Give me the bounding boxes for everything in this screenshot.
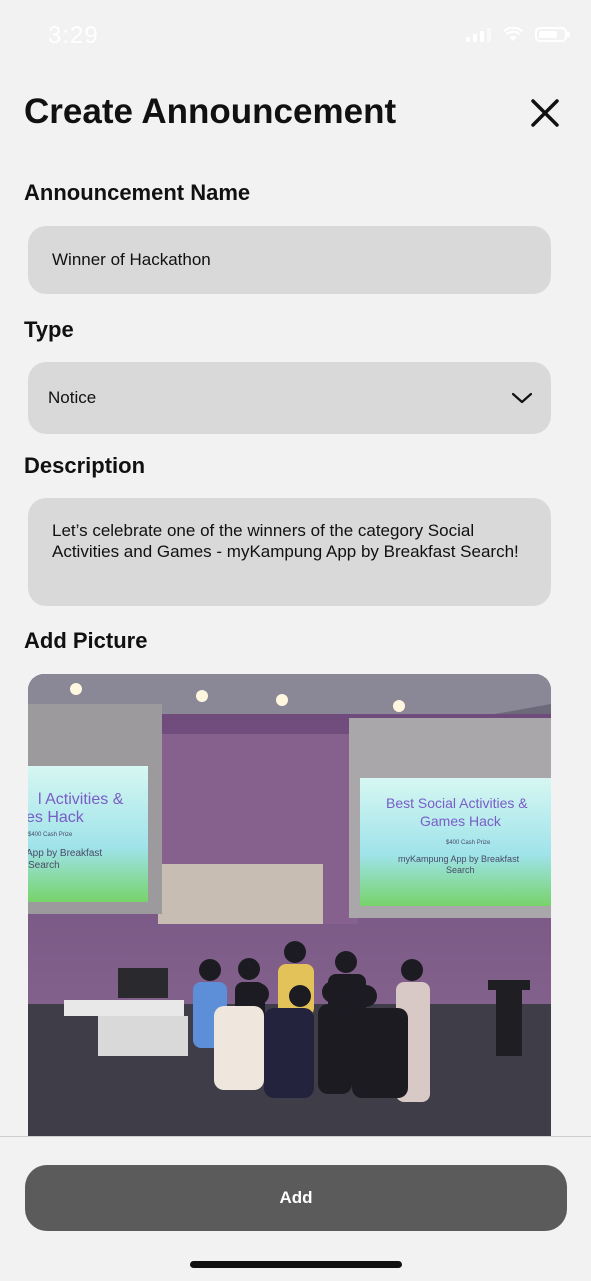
description-input[interactable]: Let’s celebrate one of the winners of th… — [28, 498, 551, 606]
status-icons — [466, 26, 570, 42]
add-picture-label: Add Picture — [24, 628, 148, 653]
page-title: Create Announcement — [24, 92, 397, 131]
close-icon[interactable] — [526, 94, 564, 132]
status-time: 3:29 — [48, 22, 99, 49]
right-screen-line-1: Best Social Activities & — [386, 795, 528, 811]
type-select[interactable]: Notice — [28, 362, 551, 434]
photo-illustration: l Activities & es Hack $400 Cash Prize A… — [28, 674, 551, 1144]
left-screen-sub-2: Search — [28, 860, 60, 871]
right-screen-sub-1: myKampung App by Breakfast — [398, 854, 520, 864]
add-button[interactable]: Add — [25, 1165, 567, 1231]
description-label: Description — [24, 453, 146, 478]
announcement-name-input[interactable]: Winner of Hackathon — [28, 226, 551, 294]
type-value: Notice — [48, 388, 97, 407]
left-screen-line-2: es Hack — [28, 809, 85, 826]
home-indicator — [190, 1261, 402, 1268]
type-label: Type — [24, 317, 74, 342]
cellular-signal-icon — [466, 26, 491, 42]
announcement-photo[interactable]: l Activities & es Hack $400 Cash Prize A… — [28, 674, 551, 1144]
left-screen-prize: $400 Cash Prize — [28, 832, 73, 838]
announcement-name-value: Winner of Hackathon — [52, 250, 211, 269]
right-screen-prize: $400 Cash Prize — [446, 840, 491, 846]
description-value: Let’s celebrate one of the winners of th… — [52, 521, 519, 561]
wifi-icon — [503, 26, 523, 41]
announcement-name-label: Announcement Name — [24, 180, 251, 205]
left-screen-line-1: l Activities & — [38, 791, 124, 808]
chevron-down-icon — [511, 392, 533, 404]
left-screen-sub-1: App by Breakfast — [28, 848, 102, 859]
battery-icon — [535, 26, 570, 42]
right-screen-line-2: Games Hack — [420, 813, 502, 829]
status-bar: 3:29 — [0, 0, 591, 70]
right-screen-sub-2: Search — [446, 865, 475, 875]
